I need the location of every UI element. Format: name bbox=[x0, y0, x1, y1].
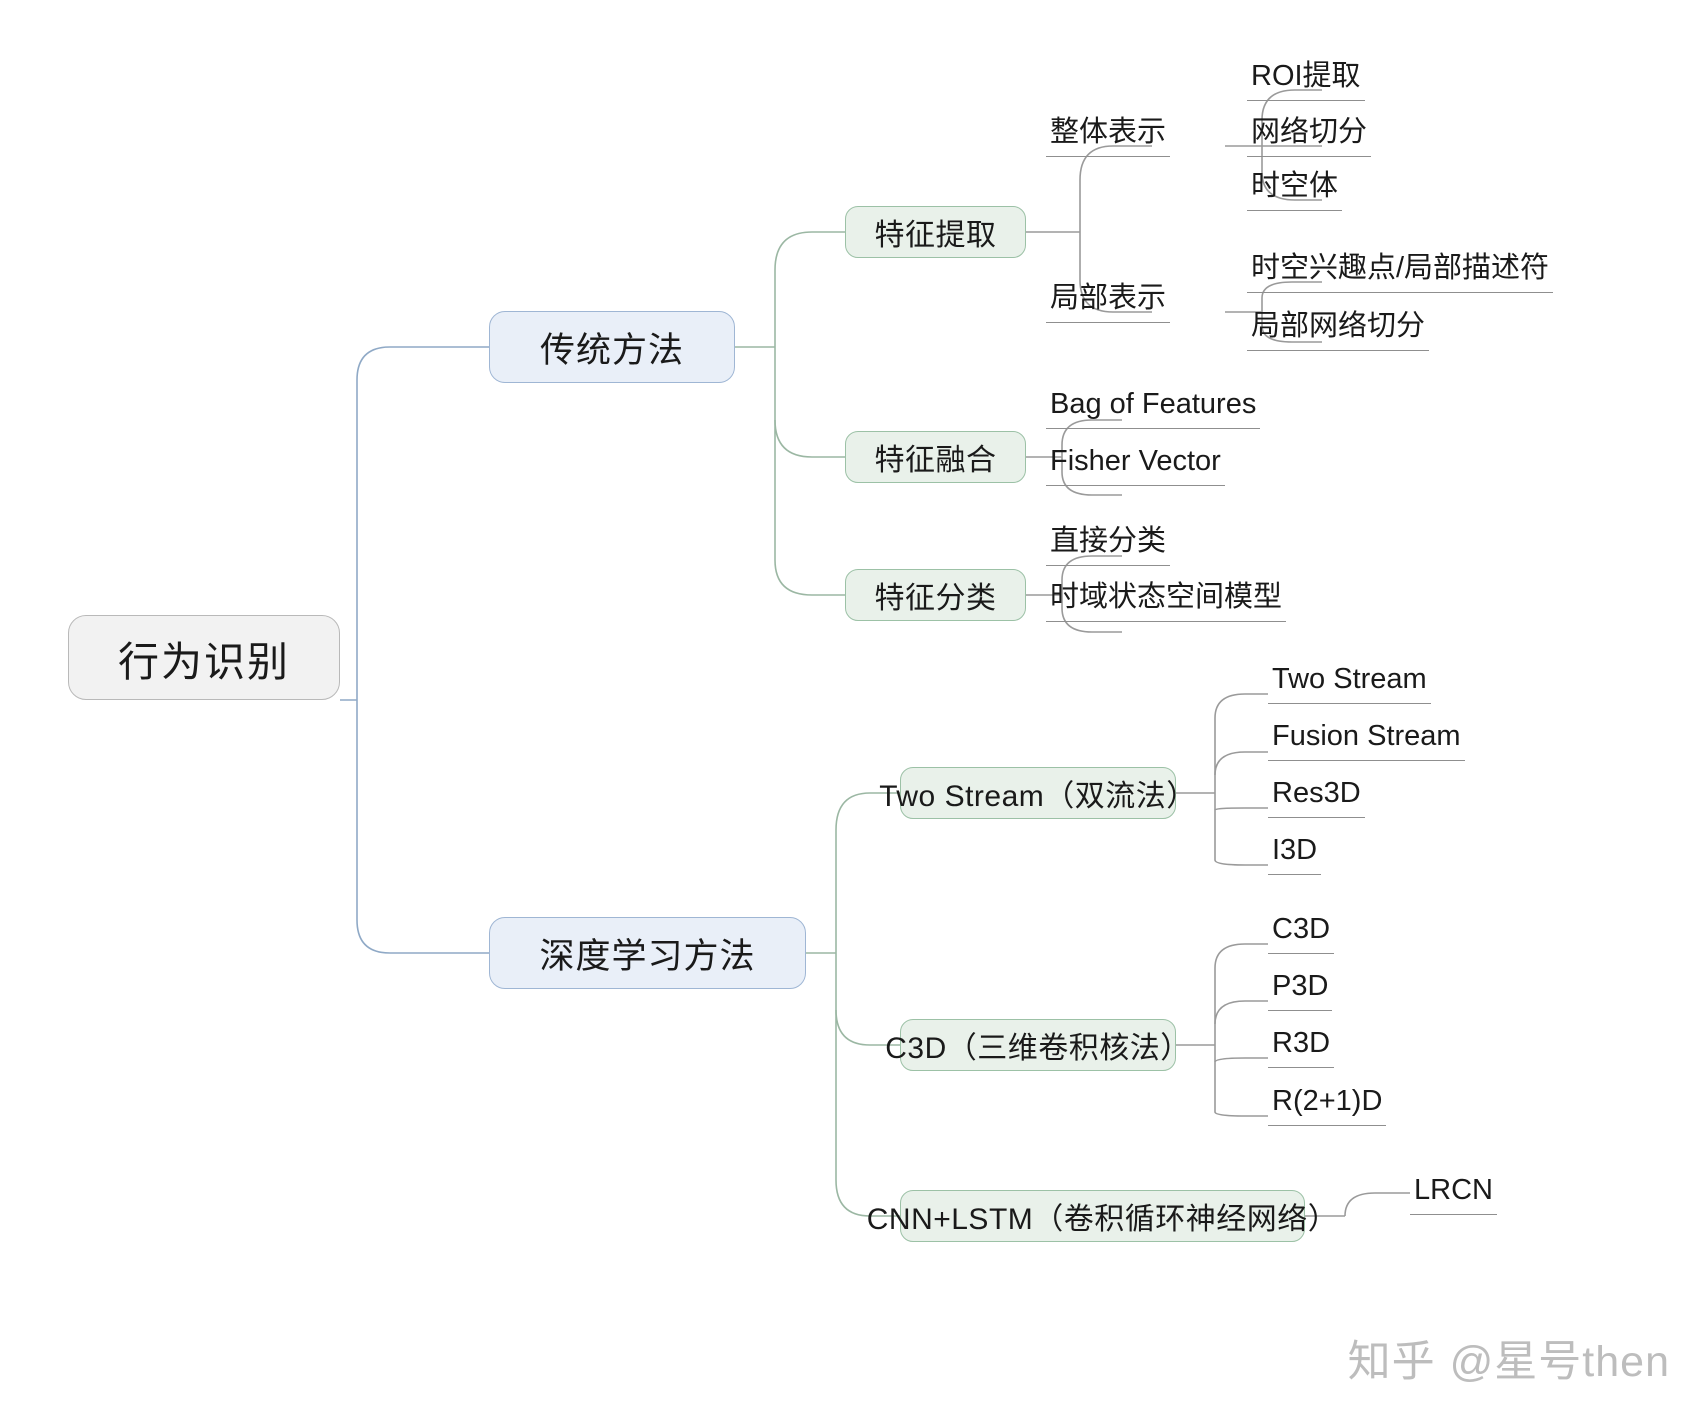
node-label: C3D（三维卷积核法） bbox=[885, 1032, 1191, 1065]
node-two-stream[interactable]: Two Stream（双流法） bbox=[879, 767, 1196, 819]
node-r3d[interactable]: R3D bbox=[1268, 1027, 1335, 1068]
node-label: Two Stream（双流法） bbox=[879, 780, 1197, 813]
node-two-stream-leaf[interactable]: Two Stream bbox=[1268, 665, 1431, 704]
node-label: ROI提取 bbox=[1251, 60, 1361, 92]
node-label: Bag of Features bbox=[1050, 388, 1257, 420]
node-res3d[interactable]: Res3D bbox=[1268, 779, 1365, 818]
node-root-action-recognition[interactable]: 行为识别 bbox=[68, 615, 340, 700]
node-label: 直接分类 bbox=[1050, 525, 1167, 557]
node-label: 网络切分 bbox=[1251, 116, 1368, 148]
node-label: 局部表示 bbox=[1050, 282, 1167, 314]
node-label: P3D bbox=[1272, 970, 1329, 1002]
node-fusion-stream[interactable]: Fusion Stream bbox=[1268, 722, 1465, 761]
node-label: 时域状态空间模型 bbox=[1050, 581, 1283, 613]
node-label: Fusion Stream bbox=[1272, 720, 1461, 752]
node-label: 局部网络切分 bbox=[1251, 310, 1426, 342]
node-roi-extraction[interactable]: ROI提取 bbox=[1247, 62, 1365, 101]
node-label: 传统方法 bbox=[539, 330, 684, 370]
node-label: 深度学习方法 bbox=[539, 936, 756, 976]
node-fisher-vector[interactable]: Fisher Vector bbox=[1046, 447, 1225, 486]
node-grid-segmentation[interactable]: 网络切分 bbox=[1247, 116, 1372, 157]
node-traditional-methods[interactable]: 传统方法 bbox=[489, 311, 735, 383]
node-local-representation[interactable]: 局部表示 bbox=[1046, 282, 1171, 323]
node-c3d-leaf[interactable]: C3D bbox=[1268, 913, 1335, 954]
node-bag-of-features[interactable]: Bag of Features bbox=[1046, 388, 1261, 429]
node-holistic-representation[interactable]: 整体表示 bbox=[1046, 116, 1171, 157]
node-deep-learning-methods[interactable]: 深度学习方法 bbox=[489, 917, 806, 989]
node-direct-classification[interactable]: 直接分类 bbox=[1046, 525, 1171, 566]
node-label: R3D bbox=[1272, 1027, 1331, 1059]
node-p3d[interactable]: P3D bbox=[1268, 970, 1333, 1011]
node-label: 时空兴趣点/局部描述符 bbox=[1251, 252, 1550, 284]
node-local-grid-segmentation[interactable]: 局部网络切分 bbox=[1247, 310, 1430, 351]
node-label: Res3D bbox=[1272, 777, 1361, 809]
mindmap-canvas: 行为识别 传统方法 深度学习方法 特征提取 特征融合 特征分类 整体表示 局部表… bbox=[0, 0, 1692, 1405]
node-label: 时空体 bbox=[1251, 170, 1339, 202]
node-c3d[interactable]: C3D（三维卷积核法） bbox=[885, 1019, 1190, 1071]
node-r2plus1d[interactable]: R(2+1)D bbox=[1268, 1085, 1387, 1126]
node-label: CNN+LSTM（卷积循环神经网络） bbox=[866, 1203, 1339, 1236]
node-label: C3D bbox=[1272, 913, 1331, 945]
node-label: 特征分类 bbox=[874, 582, 997, 615]
node-i3d[interactable]: I3D bbox=[1268, 834, 1322, 875]
node-lrcn[interactable]: LRCN bbox=[1410, 1176, 1497, 1215]
node-stip-local-descriptor[interactable]: 时空兴趣点/局部描述符 bbox=[1247, 252, 1554, 293]
watermark-site: 知乎 bbox=[1347, 1338, 1436, 1386]
node-feature-classification[interactable]: 特征分类 bbox=[845, 569, 1026, 621]
node-label: 行为识别 bbox=[118, 638, 290, 685]
node-label: Two Stream bbox=[1272, 663, 1427, 695]
node-label: 特征融合 bbox=[874, 444, 997, 477]
node-label: I3D bbox=[1272, 834, 1318, 866]
node-label: 特征提取 bbox=[874, 219, 997, 252]
watermark-handle: @星号then bbox=[1449, 1338, 1670, 1386]
node-temporal-state-space-model[interactable]: 时域状态空间模型 bbox=[1046, 581, 1287, 622]
node-label: 整体表示 bbox=[1050, 116, 1167, 148]
node-label: LRCN bbox=[1414, 1174, 1493, 1206]
node-label: Fisher Vector bbox=[1050, 445, 1221, 477]
node-label: R(2+1)D bbox=[1272, 1085, 1383, 1117]
node-feature-extraction[interactable]: 特征提取 bbox=[845, 206, 1026, 258]
node-spatiotemporal-volume[interactable]: 时空体 bbox=[1247, 170, 1343, 211]
node-feature-fusion[interactable]: 特征融合 bbox=[845, 431, 1026, 483]
watermark: 知乎 @星号then bbox=[1348, 1327, 1670, 1389]
node-cnn-lstm[interactable]: CNN+LSTM（卷积循环神经网络） bbox=[867, 1190, 1338, 1242]
